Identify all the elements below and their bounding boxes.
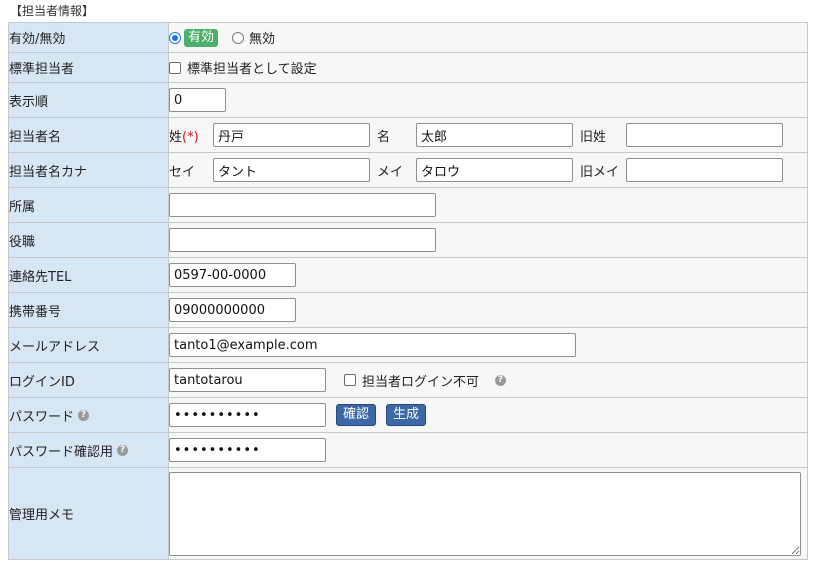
- row-name: 担当者名 姓(*) 名 旧姓: [8, 117, 808, 153]
- tel-input[interactable]: [169, 263, 296, 287]
- label-tel: 連絡先TEL: [8, 257, 169, 293]
- label-password-confirm: パスワード確認用: [9, 444, 114, 460]
- required-mark: (*): [182, 129, 199, 145]
- password-confirm-input[interactable]: [169, 438, 326, 462]
- label-password: パスワード: [9, 409, 75, 425]
- mei-label: 名: [377, 129, 391, 145]
- label-standard: 標準担当者: [8, 52, 169, 83]
- help-icon[interactable]: ?: [495, 374, 507, 386]
- mobile-input[interactable]: [169, 298, 296, 322]
- row-tel: 連絡先TEL: [8, 257, 808, 293]
- row-standard: 標準担当者 標準担当者として設定: [8, 52, 808, 83]
- sei-label: 姓: [169, 129, 183, 145]
- old-mei-input[interactable]: [626, 158, 783, 182]
- label-memo: 管理用メモ: [8, 467, 169, 560]
- row-kana: 担当者名カナ セイ メイ 旧メイ: [8, 152, 808, 188]
- checkbox-standard[interactable]: [169, 61, 181, 74]
- label-affiliation: 所属: [8, 187, 169, 223]
- row-password-confirm: パスワード確認用 ?: [8, 432, 808, 468]
- email-input[interactable]: [169, 333, 576, 357]
- sei-input[interactable]: [213, 123, 370, 147]
- confirm-button[interactable]: 確認: [336, 404, 377, 426]
- label-order: 表示順: [8, 82, 169, 118]
- kana-sei-label: セイ: [169, 164, 196, 180]
- help-icon[interactable]: ?: [117, 444, 129, 456]
- radio-valid-off[interactable]: [232, 31, 245, 44]
- kana-sei-input[interactable]: [213, 158, 370, 182]
- mei-input[interactable]: [416, 123, 573, 147]
- memo-textarea[interactable]: [169, 471, 801, 556]
- radio-valid-on-label[interactable]: 有効: [184, 28, 219, 47]
- label-valid: 有効/無効: [8, 22, 169, 53]
- staff-info-form: 有効/無効 有効 無効 標準担当者 標準担当者として設定 表示順 担当者名: [8, 22, 808, 560]
- kana-mei-input[interactable]: [416, 158, 573, 182]
- label-kana: 担当者名カナ: [8, 152, 169, 188]
- label-login: ログインID: [8, 362, 169, 398]
- radio-valid-off-label[interactable]: 無効: [249, 28, 275, 47]
- password-input[interactable]: [169, 403, 326, 427]
- row-mobile: 携帯番号: [8, 292, 808, 328]
- old-mei-label: 旧メイ: [580, 164, 620, 180]
- row-position: 役職: [8, 222, 808, 258]
- row-password: パスワード ? 確認 生成: [8, 397, 808, 433]
- row-affiliation: 所属: [8, 187, 808, 223]
- row-email: メールアドレス: [8, 327, 808, 363]
- row-order: 表示順: [8, 82, 808, 118]
- row-valid: 有効/無効 有効 無効: [8, 22, 808, 53]
- old-sei-label: 旧姓: [580, 129, 607, 145]
- old-sei-input[interactable]: [626, 123, 783, 147]
- label-position: 役職: [8, 222, 169, 258]
- order-input[interactable]: [169, 88, 226, 112]
- checkbox-standard-label[interactable]: 標準担当者として設定: [187, 58, 317, 77]
- label-email: メールアドレス: [8, 327, 169, 363]
- affiliation-input[interactable]: [169, 193, 436, 217]
- login-id-input[interactable]: [169, 368, 326, 392]
- help-icon[interactable]: ?: [78, 409, 90, 421]
- section-title: 【担当者情報】: [10, 4, 95, 18]
- position-input[interactable]: [169, 228, 436, 252]
- radio-valid-on[interactable]: [169, 31, 181, 44]
- row-login: ログインID 担当者ログイン不可 ?: [8, 362, 808, 398]
- kana-mei-label: メイ: [377, 164, 404, 180]
- generate-button[interactable]: 生成: [386, 404, 427, 426]
- label-name: 担当者名: [8, 117, 169, 153]
- checkbox-login-disabled[interactable]: [344, 374, 356, 386]
- label-mobile: 携帯番号: [8, 292, 169, 328]
- row-memo: 管理用メモ: [8, 467, 808, 560]
- checkbox-login-disabled-label[interactable]: 担当者ログイン不可: [362, 371, 479, 390]
